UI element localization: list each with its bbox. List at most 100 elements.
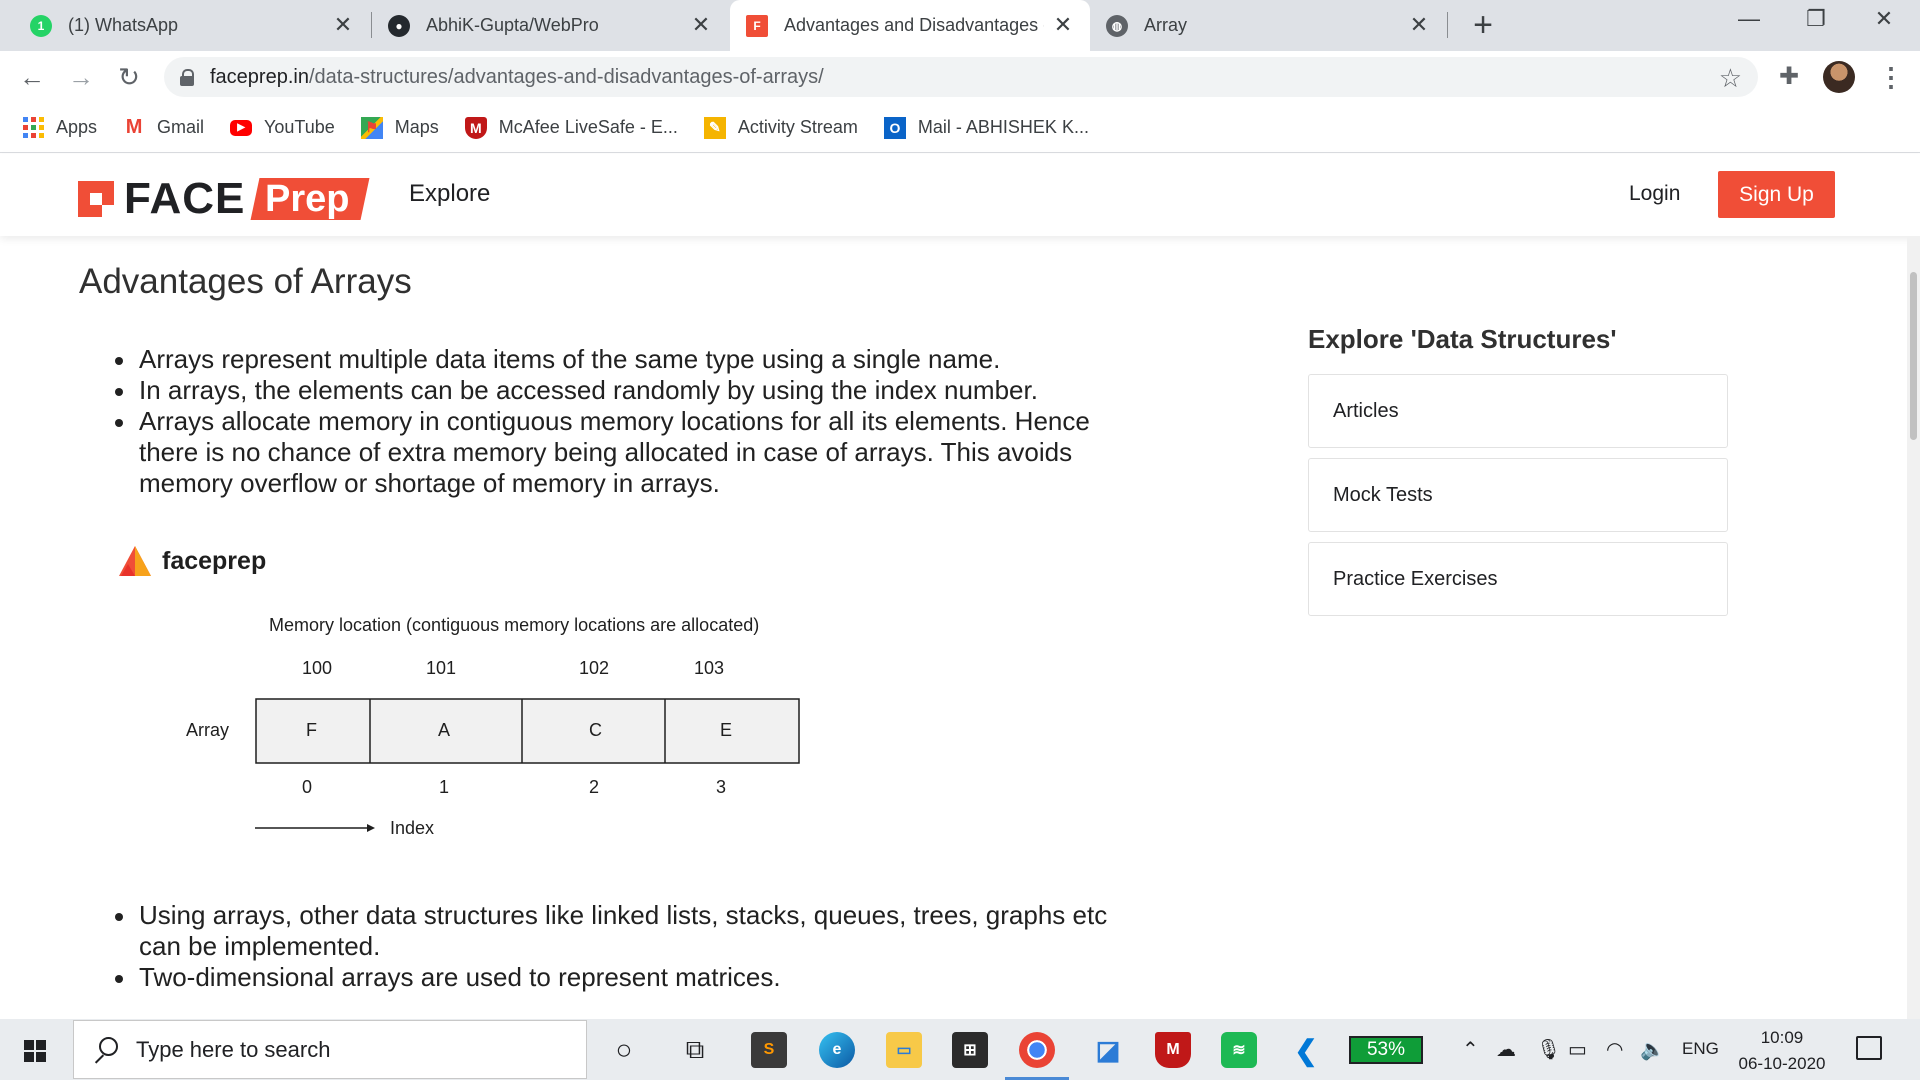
bookmark-star-icon[interactable]: ☆	[1719, 63, 1742, 94]
wifi-icon[interactable]: ◠	[1606, 1037, 1623, 1062]
memory-address: 101	[426, 658, 457, 678]
extensions-puzzle-icon[interactable]: ✚	[1779, 62, 1799, 91]
page-title: Advantages of Arrays	[79, 262, 412, 301]
taskbar-search-box[interactable]: Type here to search	[73, 1020, 587, 1079]
scrollbar-thumb[interactable]	[1910, 272, 1917, 440]
task-view-icon[interactable]: ⧉	[677, 1032, 713, 1068]
faceprep-logo-mark	[78, 181, 114, 217]
lock-icon[interactable]	[180, 69, 194, 86]
bookmark-apps[interactable]: Apps	[22, 117, 97, 139]
clock-date: 06-10-2020	[1738, 1054, 1826, 1073]
laptop-app-icon[interactable]: ◪	[1090, 1032, 1126, 1068]
login-link[interactable]: Login	[1629, 182, 1680, 206]
list-item: Using arrays, other data structures like…	[112, 900, 1112, 962]
notifications-icon[interactable]	[1856, 1036, 1882, 1060]
tab-title: Array	[1144, 15, 1188, 35]
tab-separator	[1447, 12, 1448, 38]
faceprep-flame-icon	[119, 546, 151, 576]
sidebar-title: Explore 'Data Structures'	[1308, 324, 1617, 354]
faceprep-logo[interactable]: FACE Prep	[78, 174, 371, 224]
new-tab-button[interactable]: +	[1465, 8, 1501, 42]
tab-title: (1) WhatsApp	[68, 15, 179, 35]
bookmark-gmail[interactable]: M Gmail	[123, 116, 204, 139]
mcafee-icon: M	[464, 116, 487, 139]
minimize-icon[interactable]: —	[1729, 6, 1769, 32]
battery-indicator[interactable]: 53%	[1349, 1036, 1423, 1064]
explore-sidebar: Explore 'Data Structures' Articles Mock …	[1308, 324, 1728, 626]
close-window-icon[interactable]: ✕	[1864, 6, 1904, 32]
address-bar[interactable]: faceprep.in/data-structures/advantages-a…	[164, 57, 1758, 97]
github-icon: ●	[388, 14, 410, 37]
reload-icon[interactable]: ↻	[111, 59, 147, 95]
vscode-icon[interactable]: ❮	[1288, 1032, 1324, 1068]
bookmark-youtube[interactable]: ▶ YouTube	[230, 117, 335, 138]
windows-start-icon[interactable]	[24, 1040, 46, 1062]
gmail-icon: M	[125, 116, 143, 138]
bookmark-label: YouTube	[264, 117, 335, 137]
whatsapp-icon: 1	[30, 14, 52, 37]
bookmark-mail[interactable]: O Mail - ABHISHEK K...	[883, 116, 1089, 139]
close-tab-icon[interactable]: ✕	[1408, 14, 1430, 36]
faceprep-diagram-brand: faceprep	[118, 544, 266, 578]
sidebar-item-mock-tests[interactable]: Mock Tests	[1308, 458, 1728, 532]
array-memory-diagram: faceprep Memory location (contiguous mem…	[110, 536, 810, 856]
page-scrollbar[interactable]	[1907, 236, 1920, 1019]
bookmark-label: McAfee LiveSafe - E...	[498, 117, 678, 137]
system-clock[interactable]: 10:09 06-10-2020	[1732, 1025, 1832, 1077]
index-label: Index	[390, 818, 435, 838]
explore-link[interactable]: Explore	[409, 180, 490, 208]
bookmark-mcafee[interactable]: M McAfee LiveSafe - E...	[464, 116, 678, 139]
tab-faceprep-active[interactable]: F Advantages and Disadvantages o ✕	[730, 0, 1090, 51]
profile-avatar[interactable]	[1823, 61, 1855, 93]
cortana-icon[interactable]: ○	[606, 1032, 642, 1068]
close-tab-icon[interactable]: ✕	[690, 14, 712, 36]
microsoft-store-icon[interactable]: ⊞	[952, 1032, 988, 1068]
bookmark-label: Maps	[394, 117, 439, 137]
tab-github[interactable]: ● AbhiK-Gupta/WebPro ✕	[388, 0, 728, 51]
sidebar-item-practice-exercises[interactable]: Practice Exercises	[1308, 542, 1728, 616]
bookmark-label: Apps	[56, 117, 98, 137]
browser-menu-icon[interactable]: ⋮	[1878, 59, 1904, 95]
restore-icon[interactable]: ❐	[1796, 6, 1836, 32]
diagram-brand-text: faceprep	[162, 546, 267, 575]
array-cells-box	[255, 698, 800, 764]
advantages-list: Arrays represent multiple data items of …	[112, 344, 1132, 499]
diagram-caption: Memory location (contiguous memory locat…	[269, 615, 760, 635]
sidebar-item-articles[interactable]: Articles	[1308, 374, 1728, 448]
edge-icon[interactable]: e	[819, 1032, 855, 1068]
memory-address: 103	[694, 658, 725, 678]
forward-icon[interactable]: →	[63, 59, 99, 95]
back-icon[interactable]: ←	[14, 59, 50, 95]
sublime-text-icon[interactable]: S	[751, 1032, 787, 1068]
bookmark-maps[interactable]: ⚑ Maps	[360, 116, 439, 139]
close-tab-icon[interactable]: ✕	[1052, 14, 1074, 36]
youtube-icon: ▶	[230, 119, 253, 136]
tab-array[interactable]: ◍ Array ✕	[1106, 0, 1446, 51]
sign-up-button[interactable]: Sign Up	[1718, 171, 1835, 218]
browser-tab-strip: 1 (1) WhatsApp ✕ ● AbhiK-Gupta/WebPro ✕ …	[0, 0, 1920, 51]
index-arrow-icon	[255, 824, 375, 832]
array-index: 1	[439, 777, 450, 797]
outlook-icon: O	[883, 116, 906, 139]
mcafee-taskbar-icon[interactable]: M	[1155, 1032, 1191, 1068]
url-text[interactable]: faceprep.in/data-structures/advantages-a…	[210, 66, 824, 89]
maps-icon: ⚑	[360, 116, 383, 139]
microphone-icon[interactable]: 🎙	[1536, 1037, 1561, 1062]
tab-title: Advantages and Disadvantages o	[784, 15, 1044, 35]
bookmark-activity-stream[interactable]: ✎ Activity Stream	[703, 116, 858, 139]
show-hidden-icons[interactable]: ⌃	[1462, 1037, 1479, 1062]
language-indicator[interactable]: ENG	[1682, 1039, 1719, 1059]
list-item: In arrays, the elements can be accessed …	[112, 375, 1132, 406]
tab-whatsapp[interactable]: 1 (1) WhatsApp ✕	[30, 0, 370, 51]
logo-prep-badge: Prep	[250, 178, 371, 220]
spotify-icon[interactable]: ≋	[1221, 1032, 1257, 1068]
battery-tray-icon[interactable]: ▭	[1568, 1037, 1587, 1062]
logo-prep-text: Prep	[265, 178, 350, 220]
chrome-icon[interactable]	[1019, 1032, 1055, 1068]
array-cell: E	[720, 720, 733, 740]
file-explorer-icon[interactable]: ▭	[886, 1032, 922, 1068]
onedrive-icon[interactable]: ☁	[1496, 1037, 1516, 1062]
volume-icon[interactable]: 🔈	[1640, 1037, 1665, 1062]
close-tab-icon[interactable]: ✕	[332, 14, 354, 36]
browser-toolbar: ← → ↻ faceprep.in/data-structures/advant…	[0, 51, 1920, 103]
